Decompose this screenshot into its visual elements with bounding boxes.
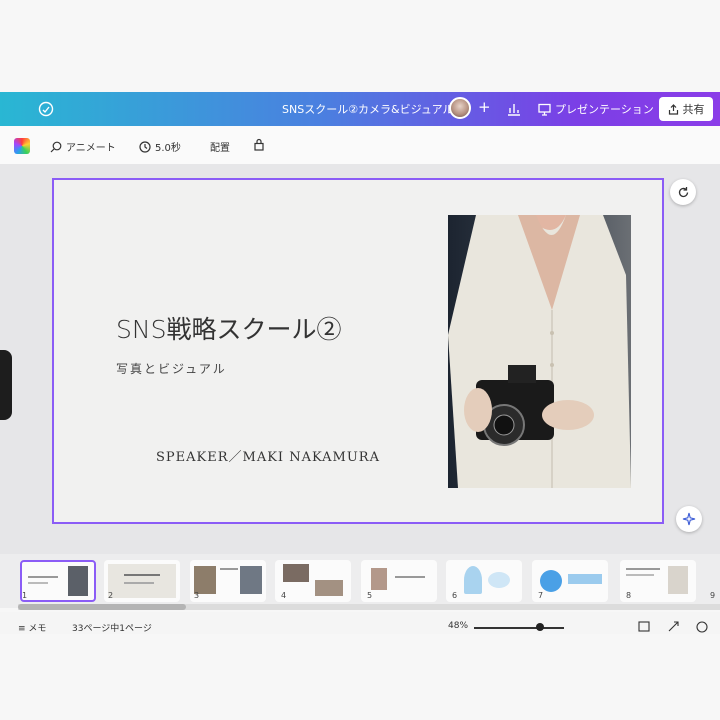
page-thumbnail[interactable]: [275, 560, 351, 602]
duration-label: 5.0秒: [155, 143, 181, 154]
share-label: 共有: [682, 103, 705, 116]
slide-subtitle[interactable]: 写真とビジュアル: [116, 360, 227, 377]
side-panel-toggle[interactable]: [0, 350, 12, 420]
top-menu-bar: SNSスクール②カメラ&ビジュアル + プレゼンテーション 共有: [0, 92, 720, 126]
help-icon[interactable]: [696, 621, 708, 633]
page-thumbnail[interactable]: [620, 560, 696, 602]
slide-photo[interactable]: [448, 215, 631, 488]
refresh-button[interactable]: [670, 179, 696, 205]
status-bar: ≡ メモ 33ページ中1ページ 48%: [0, 612, 720, 634]
present-button[interactable]: プレゼンテーション: [538, 101, 654, 117]
page-thumbnail[interactable]: [361, 560, 437, 602]
grid-view-icon[interactable]: [638, 621, 650, 632]
clock-icon: [139, 140, 151, 153]
slide-canvas[interactable]: SNS戦略スクール② 写真とビジュアル SPEAKER／MAKI NAKAMUR…: [52, 178, 664, 524]
zoom-level[interactable]: 48%: [448, 621, 468, 631]
document-title[interactable]: SNSスクール②カメラ&ビジュアル: [282, 101, 454, 117]
page-number: 5: [367, 591, 373, 600]
page-thumbnail[interactable]: [104, 560, 180, 602]
notes-button[interactable]: ≡ メモ: [18, 621, 46, 634]
zoom-slider-knob[interactable]: [536, 623, 544, 631]
page-thumbnail[interactable]: [532, 560, 608, 602]
duration-button[interactable]: 5.0秒: [139, 139, 181, 154]
magic-button[interactable]: [676, 506, 702, 532]
lock-icon[interactable]: [253, 138, 265, 151]
refresh-icon: [678, 186, 688, 197]
page-thumbnail[interactable]: [190, 560, 266, 602]
animate-icon: [50, 141, 62, 152]
page-thumbnail[interactable]: [446, 560, 522, 602]
share-button[interactable]: 共有: [659, 97, 713, 121]
page-number: 7: [538, 591, 544, 600]
user-avatar[interactable]: [449, 97, 471, 119]
notes-label: メモ: [28, 624, 47, 634]
page-count: 33ページ中1ページ: [72, 624, 152, 634]
sparkle-icon: [682, 512, 696, 526]
slide-title[interactable]: SNS戦略スクール②: [116, 310, 341, 346]
page-number: 1: [22, 591, 28, 600]
animate-button[interactable]: アニメート: [50, 139, 116, 154]
editor-toolbar: アニメート 5.0秒 配置: [0, 126, 720, 165]
share-icon: [668, 103, 678, 115]
animate-label: アニメート: [66, 143, 116, 154]
page-number: 4: [281, 591, 287, 600]
page-number: 9: [710, 591, 716, 600]
fullscreen-icon[interactable]: [668, 621, 679, 632]
page-number: 6: [452, 591, 458, 600]
page-thumbnail[interactable]: [20, 560, 96, 602]
present-label: プレゼンテーション: [555, 103, 654, 116]
zoom-slider[interactable]: [474, 627, 564, 629]
strip-scrollbar-thumb[interactable]: [18, 604, 186, 610]
stats-icon[interactable]: [507, 102, 521, 116]
arrange-button[interactable]: 配置: [210, 139, 230, 154]
cloud-sync-icon[interactable]: [38, 101, 54, 117]
slide-speaker[interactable]: SPEAKER／MAKI NAKAMURA: [156, 446, 380, 465]
page-number: 8: [626, 591, 632, 600]
add-collaborator-button[interactable]: +: [478, 98, 491, 116]
page-number: 3: [194, 591, 200, 600]
present-icon: [538, 103, 551, 116]
color-picker-icon[interactable]: [14, 138, 30, 154]
page-number: 2: [108, 591, 114, 600]
